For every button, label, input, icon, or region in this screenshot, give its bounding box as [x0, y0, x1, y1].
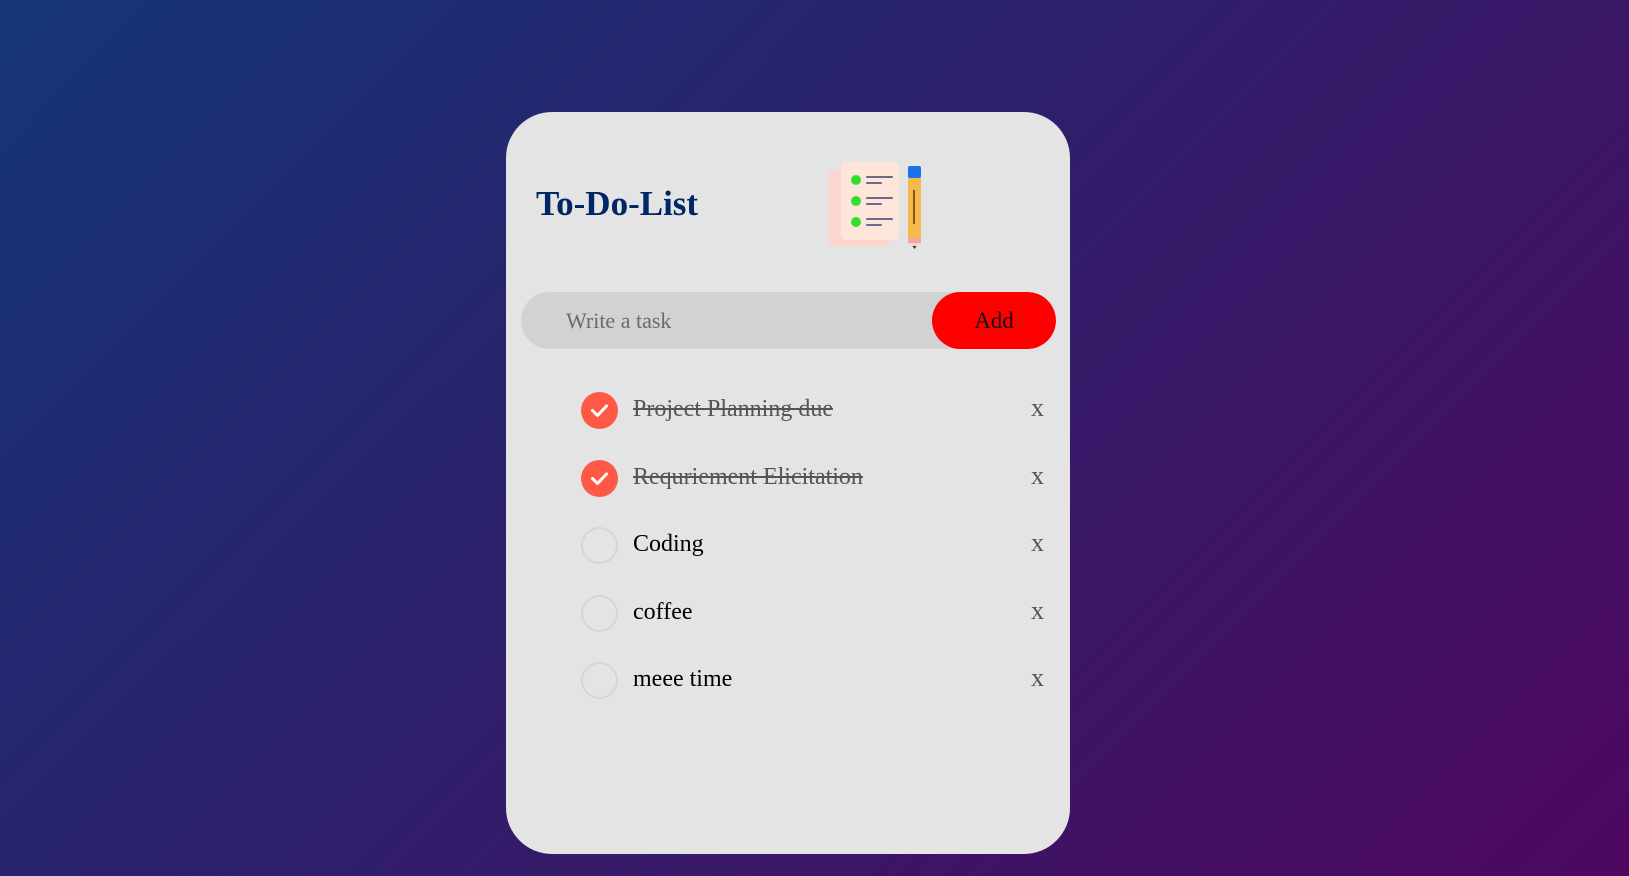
delete-task-button[interactable]: x	[1031, 594, 1044, 628]
task-item[interactable]: Requriement Elicitation x	[506, 455, 1070, 523]
task-text: meee time	[633, 666, 733, 692]
task-list: Project Planning due x Requriement Elicita…	[506, 387, 1070, 725]
checked-circle-icon[interactable]	[581, 392, 618, 429]
task-text: Requriement Elicitation	[633, 463, 863, 490]
add-button[interactable]: Add	[932, 292, 1056, 349]
unchecked-circle-icon[interactable]	[581, 594, 618, 632]
unchecked-circle-icon[interactable]	[581, 527, 618, 564]
checked-circle-icon[interactable]	[581, 459, 618, 497]
task-item[interactable]: Project Planning due x	[506, 387, 1070, 455]
todo-app-card: To-Do-List Add Project Planning duexRequ…	[506, 112, 1070, 854]
task-item[interactable]: Coding x	[506, 522, 1070, 590]
checklist-notepad-pencil-icon	[826, 162, 926, 262]
task-input[interactable]	[521, 292, 931, 349]
task-item[interactable]: meee time x	[506, 657, 1070, 725]
task-text: coffee	[633, 598, 693, 625]
task-item[interactable]: coffee x	[506, 590, 1070, 658]
task-text: Coding	[633, 531, 704, 557]
unchecked-circle-icon[interactable]	[581, 662, 618, 699]
delete-task-button[interactable]: x	[1031, 661, 1044, 695]
app-title: To-Do-List	[536, 184, 699, 223]
delete-task-button[interactable]: x	[1031, 526, 1044, 560]
task-text: Project Planning due	[633, 396, 833, 422]
delete-task-button[interactable]: x	[1031, 391, 1044, 425]
delete-task-button[interactable]: x	[1031, 459, 1044, 493]
task-input-row: Add	[521, 292, 1056, 349]
